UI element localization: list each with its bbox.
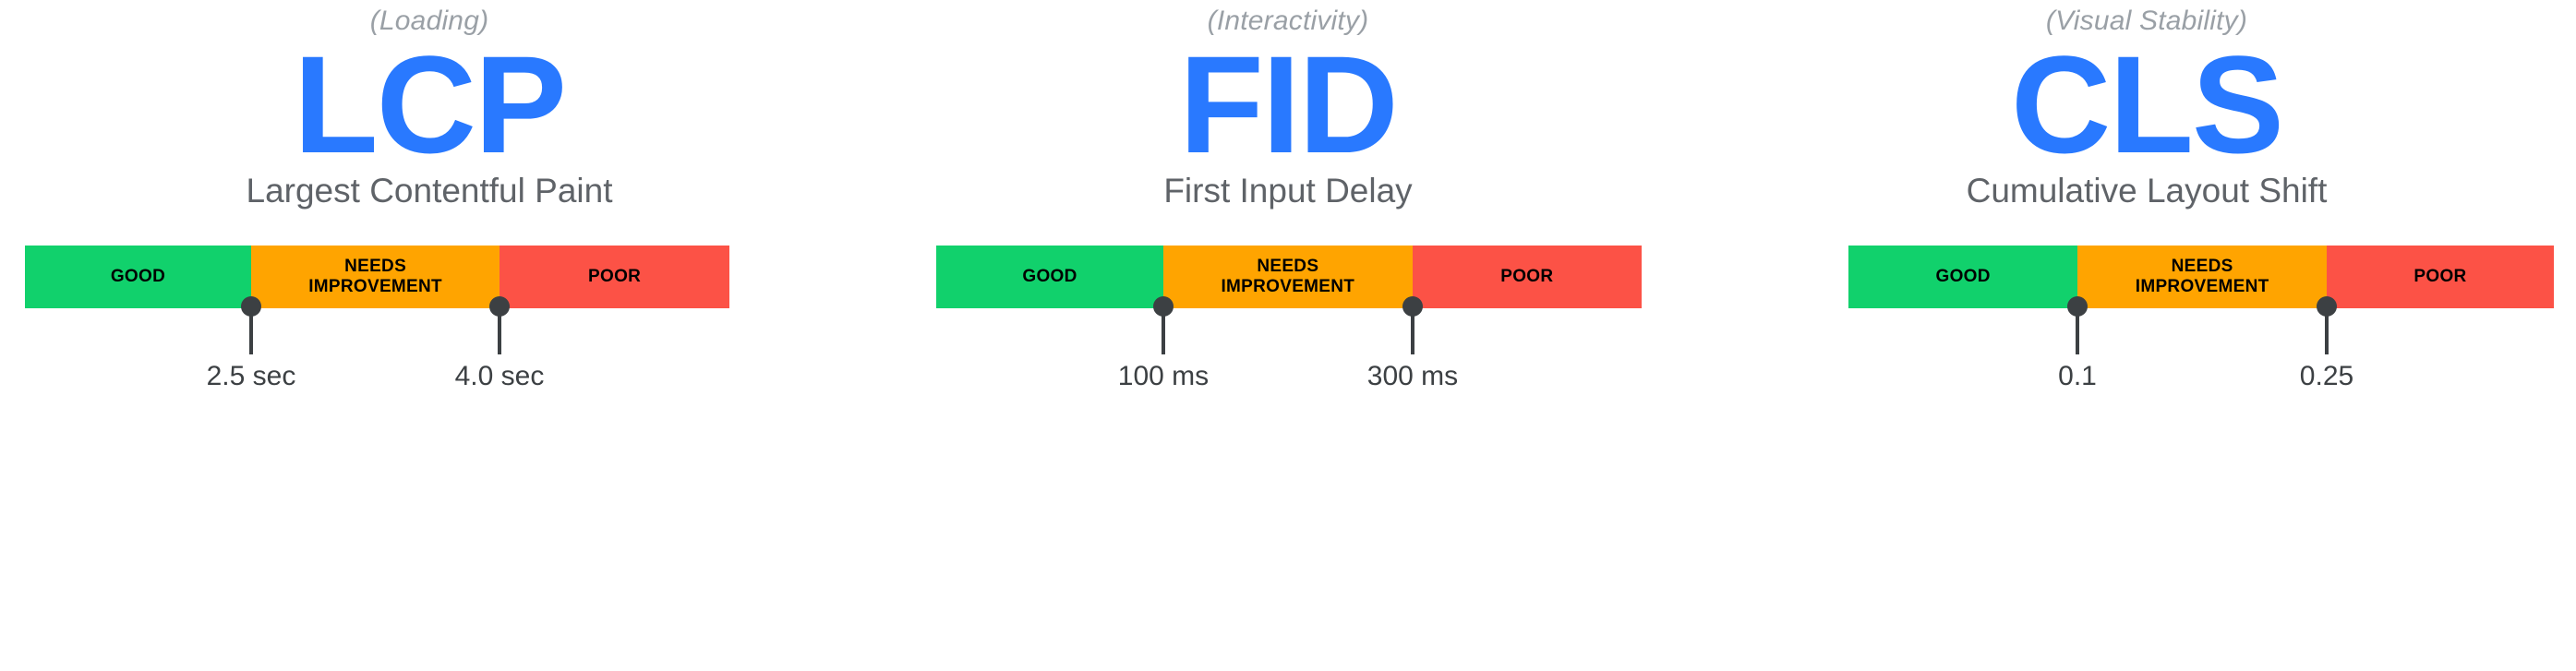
threshold-label: 100 ms <box>1117 361 1210 391</box>
threshold-stem <box>1411 306 1414 354</box>
metric-fullname: Cumulative Layout Shift <box>1966 172 2328 210</box>
segment-needs-improvement: NEEDS IMPROVEMENT <box>1163 246 1413 308</box>
metric-acronym: FID <box>1179 27 1399 182</box>
threshold-bar: GOOD NEEDS IMPROVEMENT POOR <box>936 246 1642 308</box>
threshold-bar-wrap-cls: GOOD NEEDS IMPROVEMENT POOR 0.1 0.25 <box>1717 246 2576 467</box>
metric-acronym: LCP <box>294 27 567 182</box>
threshold-stem <box>2076 306 2079 354</box>
segment-poor: POOR <box>2326 246 2554 308</box>
core-web-vitals-board: (Loading) LCP Largest Contentful Paint G… <box>0 0 2576 671</box>
threshold-stem <box>498 306 501 354</box>
threshold-bar-wrap-lcp: GOOD NEEDS IMPROVEMENT POOR 2.5 sec 4.0 … <box>0 246 859 467</box>
segment-poor: POOR <box>1412 246 1642 308</box>
metric-fullname: First Input Delay <box>1163 172 1413 210</box>
threshold-bar: GOOD NEEDS IMPROVEMENT POOR <box>1848 246 2554 308</box>
metric-fullname: Largest Contentful Paint <box>246 172 613 210</box>
metric-card-cls: (Visual Stability) CLS Cumulative Layout… <box>1717 0 2576 671</box>
threshold-stem <box>1162 306 1165 354</box>
segment-needs-improvement: NEEDS IMPROVEMENT <box>250 246 500 308</box>
threshold-label: 0.1 <box>2058 361 2097 391</box>
threshold-bar-wrap-fid: GOOD NEEDS IMPROVEMENT POOR 100 ms 300 m… <box>859 246 1717 467</box>
threshold-label: 0.25 <box>2299 361 2354 391</box>
threshold-label: 4.0 sec <box>454 361 545 391</box>
threshold-label: 2.5 sec <box>206 361 296 391</box>
segment-good: GOOD <box>25 246 251 308</box>
metric-card-lcp: (Loading) LCP Largest Contentful Paint G… <box>0 0 859 671</box>
metric-acronym: CLS <box>2011 27 2284 182</box>
metric-card-fid: (Interactivity) FID First Input Delay GO… <box>859 0 1717 671</box>
threshold-bar: GOOD NEEDS IMPROVEMENT POOR <box>25 246 729 308</box>
threshold-stem <box>249 306 253 354</box>
segment-needs-improvement: NEEDS IMPROVEMENT <box>2077 246 2327 308</box>
segment-poor: POOR <box>500 246 729 308</box>
threshold-stem <box>2325 306 2329 354</box>
segment-good: GOOD <box>936 246 1163 308</box>
threshold-label: 300 ms <box>1366 361 1459 391</box>
segment-good: GOOD <box>1848 246 2078 308</box>
